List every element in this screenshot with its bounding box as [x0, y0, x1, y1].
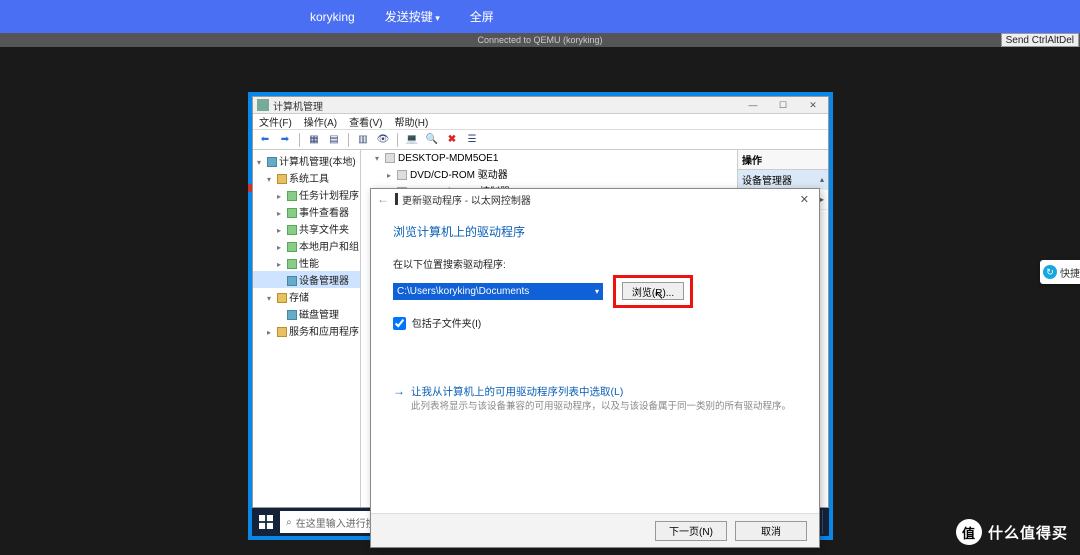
tool-icon[interactable]: 🔍	[424, 132, 440, 148]
stage: 计算机管理 — ☐ ✕ 文件(F) 操作(A) 查看(V) 帮助(H) ⬅ ➡	[0, 47, 1080, 555]
tool-icon[interactable]: ☰	[464, 132, 480, 148]
include-subfolders-input[interactable]	[393, 317, 406, 330]
dialog-title: 更新驱动程序 - 以太网控制器	[402, 192, 531, 207]
send-ctrlaltdel-button[interactable]: Send CtrlAltDel	[1001, 33, 1079, 47]
watermark-badge: 值	[956, 519, 982, 545]
tree-storage[interactable]: ▾存储	[253, 288, 360, 305]
pick-title: 让我从计算机上的可用驱动程序列表中选取(L)	[411, 384, 791, 399]
forward-button[interactable]: ➡	[277, 132, 293, 148]
app-icon	[257, 99, 269, 111]
browse-highlight: 浏览(R)... ↖	[613, 275, 693, 308]
window-titlebar[interactable]: 计算机管理 — ☐ ✕	[253, 97, 828, 114]
remote-desktop: 计算机管理 — ☐ ✕ 文件(F) 操作(A) 查看(V) 帮助(H) ⬅ ➡	[248, 92, 833, 540]
driver-path-value: C:\Users\koryking\Documents	[397, 286, 529, 297]
tool-icon[interactable]: ▤	[326, 132, 342, 148]
search-icon: ⌕	[286, 517, 292, 528]
dialog-heading: 浏览计算机上的驱动程序	[393, 223, 797, 240]
window-title: 计算机管理	[273, 98, 323, 113]
show-desktop-button[interactable]	[822, 510, 827, 534]
minimize-button[interactable]: —	[738, 97, 768, 114]
device-item[interactable]: ▸DVD/CD-ROM 驱动器	[365, 165, 733, 182]
dialog-close-button[interactable]: ✕	[796, 193, 813, 206]
tree-device-manager[interactable]: 设备管理器	[253, 271, 360, 288]
menu-action[interactable]: 操作(A)	[304, 114, 337, 129]
widget-label: 快捷	[1060, 265, 1080, 280]
tool-icon[interactable]: ▥	[355, 132, 371, 148]
tree-item[interactable]: ▸性能	[253, 254, 360, 271]
actions-group[interactable]: 设备管理器▴	[738, 170, 828, 190]
tree-item[interactable]: ▸本地用户和组	[253, 237, 360, 254]
tool-delete-icon[interactable]: ✖	[444, 132, 460, 148]
pick-from-list-option[interactable]: → 让我从计算机上的可用驱动程序列表中选取(L) 此列表将显示与该设备兼容的可用…	[393, 384, 797, 413]
include-subfolders-checkbox[interactable]: 包括子文件夹(I)	[393, 319, 481, 330]
side-widget[interactable]: ↻ 快捷	[1040, 260, 1080, 284]
title-bar-icon	[395, 193, 398, 205]
widget-icon: ↻	[1043, 265, 1057, 279]
toolbar: ⬅ ➡ ▦ ▤ ▥ 👁 💻 🔍 ✖ ☰	[253, 130, 828, 150]
chevron-down-icon[interactable]: ▾	[595, 287, 599, 296]
maximize-button[interactable]: ☐	[768, 97, 798, 114]
tree-services[interactable]: ▸服务和应用程序	[253, 322, 360, 339]
connection-strip: Connected to QEMU (koryking) Send CtrlAl…	[0, 33, 1080, 47]
remote-user: koryking	[310, 10, 355, 24]
tree-item[interactable]: ▸事件查看器	[253, 203, 360, 220]
cancel-button[interactable]: 取消	[735, 521, 807, 541]
next-button[interactable]: 下一页(N)	[655, 521, 727, 541]
remote-topbar: koryking 发送按键 全屏	[0, 0, 1080, 33]
back-arrow-icon[interactable]: ←	[377, 192, 389, 206]
menu-bar: 文件(F) 操作(A) 查看(V) 帮助(H)	[253, 114, 828, 130]
back-button[interactable]: ⬅	[257, 132, 273, 148]
close-button[interactable]: ✕	[798, 97, 828, 114]
arrow-right-icon: →	[393, 384, 405, 413]
actions-header: 操作	[738, 150, 828, 170]
search-location-label: 在以下位置搜索驱动程序:	[393, 256, 797, 271]
start-button[interactable]	[254, 510, 278, 534]
watermark: 值 什么值得买	[956, 519, 1068, 545]
menu-file[interactable]: 文件(F)	[259, 114, 292, 129]
tree-item[interactable]: ▸共享文件夹	[253, 220, 360, 237]
nav-tree[interactable]: ▾计算机管理(本地) ▾系统工具 ▸任务计划程序 ▸事件查看器 ▸共享文件夹 ▸…	[253, 150, 361, 507]
tool-icon[interactable]: 👁	[375, 132, 391, 148]
tree-item[interactable]: ▸任务计划程序	[253, 186, 360, 203]
connection-status: Connected to QEMU (koryking)	[477, 35, 602, 45]
dialog-footer: 下一页(N) 取消	[371, 513, 819, 547]
tool-icon[interactable]: ▦	[306, 132, 322, 148]
tree-systools[interactable]: ▾系统工具	[253, 169, 360, 186]
device-host[interactable]: ▾DESKTOP-MDM5OE1	[365, 152, 733, 165]
driver-path-input[interactable]: C:\Users\koryking\Documents ▾	[393, 283, 603, 300]
tool-icon[interactable]: 💻	[404, 132, 420, 148]
pick-desc: 此列表将显示与该设备兼容的可用驱动程序，以及与该设备属于同一类别的所有驱动程序。	[411, 401, 791, 413]
tree-item[interactable]: 磁盘管理	[253, 305, 360, 322]
update-driver-dialog: ← 更新驱动程序 - 以太网控制器 ✕ 浏览计算机上的驱动程序 在以下位置搜索驱…	[370, 188, 820, 548]
send-keys-menu[interactable]: 发送按键	[385, 8, 440, 25]
dialog-titlebar[interactable]: ← 更新驱动程序 - 以太网控制器 ✕	[371, 189, 819, 209]
tree-root[interactable]: ▾计算机管理(本地)	[253, 152, 360, 169]
watermark-text: 什么值得买	[988, 522, 1068, 543]
menu-help[interactable]: 帮助(H)	[394, 114, 428, 129]
browse-button[interactable]: 浏览(R)...	[622, 282, 684, 300]
fullscreen-button[interactable]: 全屏	[470, 8, 494, 25]
menu-view[interactable]: 查看(V)	[349, 114, 382, 129]
